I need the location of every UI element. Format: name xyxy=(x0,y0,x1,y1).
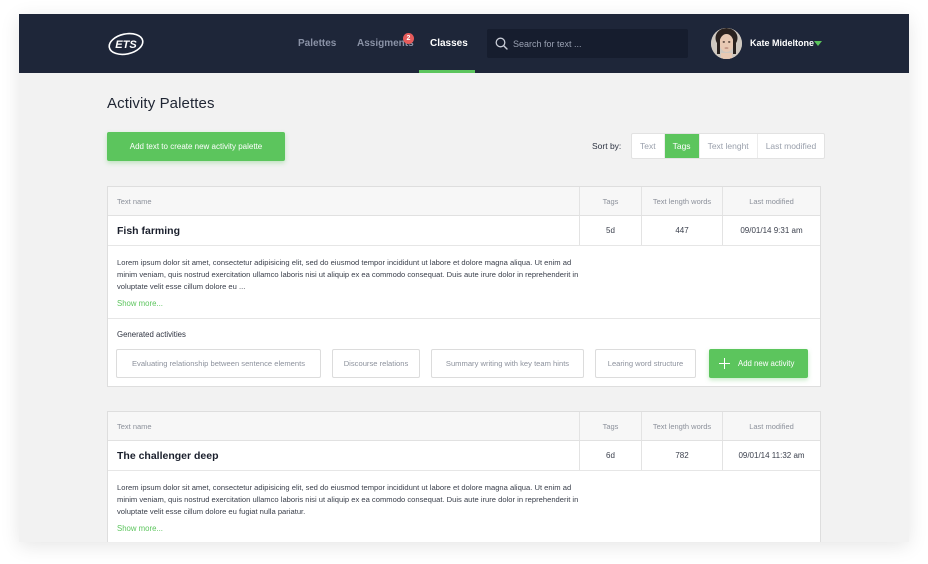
nav-palettes[interactable]: Palettes xyxy=(298,14,336,73)
column-header-last-modified[interactable]: Last modified xyxy=(723,187,820,215)
show-more-link[interactable]: Show more... xyxy=(117,299,163,308)
table-row[interactable]: Fish farming 5d 447 09/01/14 9:31 am xyxy=(108,216,820,246)
length-value: 782 xyxy=(675,451,689,460)
top-navbar: ETS Palettes Assigments 2 Classes Search… xyxy=(19,14,909,73)
column-header-text-name[interactable]: Text name xyxy=(108,187,580,215)
activity-chip[interactable]: Discourse relations xyxy=(332,349,420,378)
nav-classes[interactable]: Classes xyxy=(430,14,468,73)
search-icon[interactable] xyxy=(495,37,508,50)
modified-value: 09/01/14 11:32 am xyxy=(738,451,805,460)
sort-option-last-modified[interactable]: Last modified xyxy=(758,134,825,158)
text-title[interactable]: Fish farming xyxy=(117,225,180,237)
column-header-text-length[interactable]: Text length words xyxy=(642,187,723,215)
add-text-button[interactable]: Add text to create new activity palette xyxy=(107,132,285,161)
palette-card: Text name Tags Text length words Last mo… xyxy=(107,411,821,542)
text-description: Lorem ipsum dolor sit amet, consectetur … xyxy=(108,246,820,319)
description-text: Lorem ipsum dolor sit amet, consectetur … xyxy=(117,258,579,291)
assignments-count-badge: 2 xyxy=(403,33,414,44)
add-activity-button[interactable]: Add new activity xyxy=(709,349,808,378)
user-name[interactable]: Kate Mideltone xyxy=(750,14,814,73)
user-avatar[interactable] xyxy=(711,28,742,59)
table-row[interactable]: The challenger deep 6d 782 09/01/14 11:3… xyxy=(108,441,820,471)
column-header-text-name[interactable]: Text name xyxy=(108,412,580,440)
show-more-link[interactable]: Show more... xyxy=(117,524,163,533)
tags-value: 5d xyxy=(606,226,615,235)
table-header: Text name Tags Text length words Last mo… xyxy=(108,412,820,441)
activity-chip[interactable]: Summary writing with key team hints xyxy=(431,349,584,378)
nav-assignments[interactable]: Assigments xyxy=(357,14,414,73)
tags-value: 6d xyxy=(606,451,615,460)
table-header: Text name Tags Text length words Last mo… xyxy=(108,187,820,216)
add-activity-label: Add new activity xyxy=(738,359,795,368)
generated-activities-label: Generated activities xyxy=(117,330,186,339)
activity-chip[interactable]: Learing word structure xyxy=(595,349,696,378)
sort-option-tags[interactable]: Tags xyxy=(664,134,700,158)
ets-logo[interactable]: ETS xyxy=(107,31,145,57)
page-title: Activity Palettes xyxy=(107,95,215,112)
app-frame: ETS Palettes Assigments 2 Classes Search… xyxy=(19,14,909,542)
search-box xyxy=(487,29,688,58)
sort-options: Text Tags Text lenght Last modified xyxy=(631,133,826,159)
activity-chip[interactable]: Evaluating relationship between sentence… xyxy=(116,349,321,378)
text-title[interactable]: The challenger deep xyxy=(117,450,219,462)
text-description: Lorem ipsum dolor sit amet, consectetur … xyxy=(108,471,820,542)
column-header-text-length[interactable]: Text length words xyxy=(642,412,723,440)
svg-text:ETS: ETS xyxy=(115,39,137,51)
modified-value: 09/01/14 9:31 am xyxy=(740,226,803,235)
palette-card: Text name Tags Text length words Last mo… xyxy=(107,186,821,387)
active-nav-indicator xyxy=(419,70,475,73)
search-input[interactable] xyxy=(513,29,683,58)
column-header-tags[interactable]: Tags xyxy=(580,412,642,440)
caret-down-icon[interactable] xyxy=(814,41,822,46)
description-text: Lorem ipsum dolor sit amet, consectetur … xyxy=(117,483,579,516)
sort-label: Sort by: xyxy=(592,141,622,151)
column-header-tags[interactable]: Tags xyxy=(580,187,642,215)
length-value: 447 xyxy=(675,226,689,235)
avatar-portrait-image xyxy=(711,28,742,59)
sort-option-text[interactable]: Text xyxy=(632,134,665,158)
sort-option-text-length[interactable]: Text lenght xyxy=(700,134,758,158)
generated-activities: Generated activities Evaluating relation… xyxy=(108,319,820,386)
plus-icon xyxy=(719,358,730,369)
column-header-last-modified[interactable]: Last modified xyxy=(723,412,820,440)
